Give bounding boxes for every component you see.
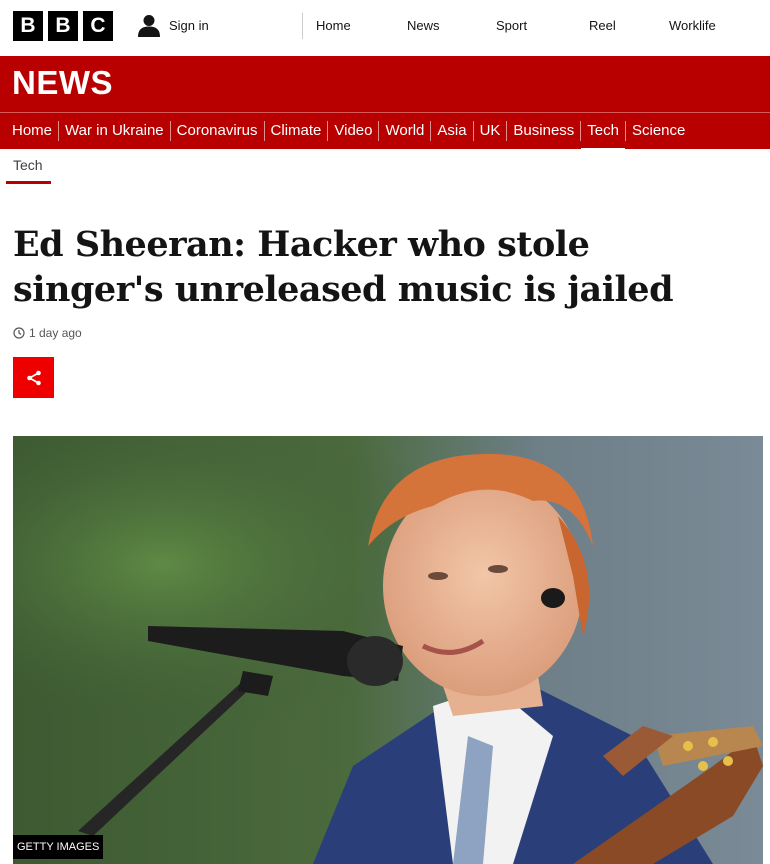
section-label[interactable]: Tech	[13, 157, 43, 173]
masthead: B B C Sign in Home News Sport Reel Workl…	[0, 0, 770, 56]
top-nav-news[interactable]: News	[407, 13, 496, 39]
article-hero-image	[13, 436, 763, 864]
hero-photo	[13, 436, 763, 864]
clock-icon	[13, 327, 25, 339]
sub-nav-home[interactable]: Home	[6, 121, 60, 141]
top-nav-reel[interactable]: Reel	[589, 13, 669, 39]
top-nav-worklife[interactable]: Worklife	[669, 13, 739, 39]
sub-nav-business[interactable]: Business	[507, 121, 582, 141]
sub-nav-world[interactable]: World	[379, 121, 432, 141]
timestamp-text: 1 day ago	[29, 326, 82, 340]
sub-nav-asia[interactable]: Asia	[431, 121, 474, 141]
user-icon	[138, 15, 160, 37]
section-underline	[6, 181, 51, 184]
sub-nav-coronavirus[interactable]: Coronavirus	[171, 121, 265, 141]
share-button[interactable]	[13, 357, 54, 398]
image-credit: GETTY IMAGES	[13, 835, 104, 859]
sign-in-link[interactable]: Sign in	[137, 13, 209, 37]
article-headline: Ed Sheeran: Hacker who stole singer's un…	[13, 224, 674, 310]
sub-nav-video[interactable]: Video	[328, 121, 380, 141]
news-wordmark[interactable]: NEWS	[12, 64, 113, 102]
sub-nav-uk[interactable]: UK	[474, 121, 508, 141]
top-nav-home[interactable]: Home	[316, 13, 407, 39]
news-sub-navigation: Home War in Ukraine Coronavirus Climate …	[0, 112, 770, 151]
sub-nav-tech[interactable]: Tech	[581, 121, 626, 151]
sub-nav-climate[interactable]: Climate	[265, 121, 329, 141]
sign-in-label: Sign in	[169, 17, 209, 33]
news-banner: NEWS	[0, 56, 770, 112]
article-timestamp: 1 day ago	[13, 326, 82, 340]
share-icon	[26, 370, 41, 385]
logo-letter-b2: B	[48, 11, 78, 41]
sub-nav-war-in-ukraine[interactable]: War in Ukraine	[59, 121, 171, 141]
bbc-logo[interactable]: B B C	[13, 11, 113, 41]
sub-nav-science[interactable]: Science	[626, 121, 691, 141]
top-nav-sport[interactable]: Sport	[496, 13, 589, 39]
logo-letter-b1: B	[13, 11, 43, 41]
top-navigation: Home News Sport Reel Worklife	[302, 13, 739, 39]
logo-letter-c: C	[83, 11, 113, 41]
